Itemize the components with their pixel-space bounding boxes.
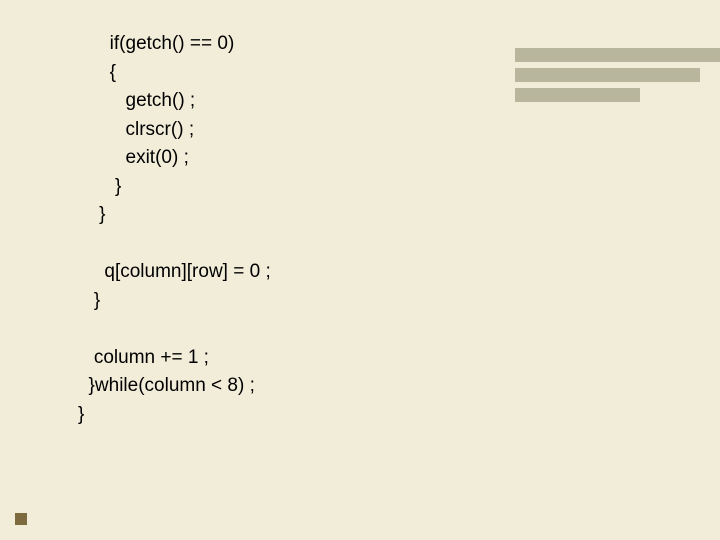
stripe-decoration: [515, 48, 720, 102]
code-line-10: }: [78, 290, 100, 311]
code-line-5: exit(0) ;: [78, 147, 189, 168]
corner-square-icon: [15, 513, 27, 525]
code-line-4: clrscr() ;: [78, 119, 194, 140]
code-line-9: q[column][row] = 0 ;: [78, 261, 271, 282]
code-line-7: }: [78, 204, 105, 225]
code-line-1: if(getch() == 0): [78, 33, 234, 54]
stripe-1: [515, 48, 720, 62]
code-line-14: }: [78, 404, 84, 425]
code-line-3: getch() ;: [78, 90, 195, 111]
code-line-2: {: [78, 62, 116, 83]
stripe-2: [515, 68, 700, 82]
code-line-6: }: [78, 176, 121, 197]
code-line-13: }while(column < 8) ;: [78, 375, 255, 396]
stripe-3: [515, 88, 640, 102]
code-line-12: column += 1 ;: [78, 347, 209, 368]
code-block: if(getch() == 0) { getch() ; clrscr() ; …: [78, 30, 271, 429]
